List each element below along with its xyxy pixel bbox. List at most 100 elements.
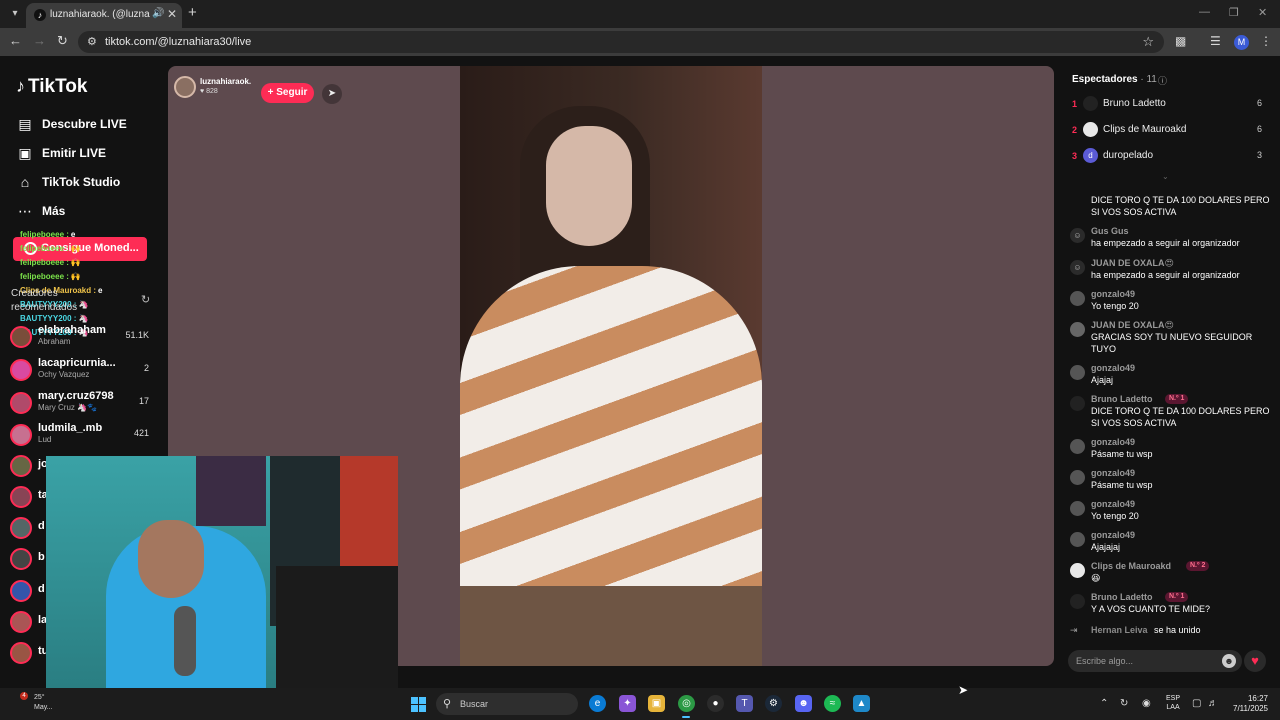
creator-row[interactable]: ludmila_.mb Lud 421: [10, 422, 155, 450]
viewer-row[interactable]: 3 d duropelado 3: [1072, 148, 1262, 168]
follow-button[interactable]: + Seguir: [261, 83, 314, 103]
weather-widget[interactable]: 25°: [34, 694, 45, 701]
extensions-icon[interactable]: ▩: [1175, 34, 1186, 48]
chat-avatar[interactable]: [1070, 563, 1085, 578]
clock[interactable]: 16:27 7/11/2025: [1226, 694, 1268, 714]
creator-avatar[interactable]: [10, 642, 32, 664]
nav-descubre-live[interactable]: ▤ Descubre LIVE: [14, 114, 164, 136]
chevron-down-icon[interactable]: ⌄: [1162, 172, 1169, 181]
new-tab-button[interactable]: +: [188, 4, 197, 21]
windows-start-icon[interactable]: [411, 697, 426, 712]
creator-row[interactable]: elabrahaham Abraham 51.1K: [10, 324, 155, 352]
creator-name[interactable]: d: [38, 520, 45, 532]
join-user[interactable]: Hernan Leiva: [1091, 625, 1148, 635]
language-indicator[interactable]: ESP LAA: [1166, 694, 1180, 712]
creator-avatar[interactable]: [10, 424, 32, 446]
streamer-info[interactable]: luznahiaraok. ♥ 828 + Seguir ➤: [174, 76, 342, 104]
chat-avatar[interactable]: [1070, 396, 1085, 411]
taskbar-search[interactable]: ⚲ Buscar: [436, 693, 578, 715]
streamer-avatar[interactable]: [174, 76, 196, 98]
chat-username[interactable]: gonzalo49: [1091, 289, 1135, 299]
chat-input[interactable]: [1076, 654, 1206, 668]
chat-username[interactable]: JUAN DE OXALA😍: [1091, 258, 1174, 269]
creator-name[interactable]: b: [38, 551, 45, 563]
viewer-row[interactable]: 1 Bruno Ladetto 6: [1072, 96, 1262, 116]
chat-username[interactable]: gonzalo49: [1091, 468, 1135, 478]
speaker-icon[interactable]: 🔊: [152, 8, 164, 19]
chat-username[interactable]: gonzalo49: [1091, 499, 1135, 509]
creator-avatar[interactable]: [10, 455, 32, 477]
tray-overflow-icon[interactable]: ⌃: [1100, 698, 1108, 709]
chat-avatar[interactable]: [1070, 365, 1085, 380]
tab-tiktok-live[interactable]: ♪ luznahiaraok. (@luznahiara... 🔊 ✕: [26, 3, 182, 28]
spotify-icon[interactable]: ≈: [824, 695, 841, 712]
microphone-tray-icon[interactable]: ◉: [1142, 698, 1151, 709]
chat-avatar[interactable]: [1070, 322, 1085, 337]
edge-icon[interactable]: e: [589, 695, 606, 712]
forward-button[interactable]: →: [33, 33, 46, 48]
nav-mas[interactable]: ⋯ Más: [14, 201, 164, 223]
nav-emitir-live[interactable]: ▣ Emitir LIVE: [14, 143, 164, 165]
site-info-icon[interactable]: ⚙: [87, 35, 97, 48]
profile-avatar[interactable]: M: [1234, 35, 1249, 50]
creator-name[interactable]: d: [38, 583, 45, 595]
chat-username[interactable]: Bruno Ladetto: [1091, 592, 1153, 602]
creator-avatar[interactable]: [10, 359, 32, 381]
maximize-button[interactable]: ❐: [1229, 6, 1239, 19]
refresh-icon[interactable]: ↻: [141, 293, 150, 306]
chat-avatar[interactable]: [1070, 501, 1085, 516]
browser-menu-icon[interactable]: ⋮: [1260, 34, 1272, 48]
streamer-name[interactable]: luznahiaraok.: [200, 77, 251, 86]
chat-avatar[interactable]: [1070, 439, 1085, 454]
teams-icon[interactable]: T: [736, 695, 753, 712]
close-window-button[interactable]: ✕: [1258, 6, 1267, 19]
emoji-icon[interactable]: ☻: [1222, 654, 1236, 668]
media-controls-icon[interactable]: ☰: [1210, 34, 1221, 48]
sync-icon[interactable]: ↻: [1120, 698, 1128, 709]
chat-username[interactable]: Gus Gus: [1091, 226, 1129, 236]
address-bar[interactable]: ⚙ tiktok.com/@luznahiara30/live ☆: [78, 31, 1164, 53]
creator-avatar[interactable]: [10, 486, 32, 508]
creator-avatar[interactable]: [10, 548, 32, 570]
creator-row[interactable]: mary.cruz6798 Mary Cruz 🦄🐾 17: [10, 390, 155, 418]
viewer-row[interactable]: 2 Clips de Mauroakd 6: [1072, 122, 1262, 142]
chat-username[interactable]: Clips de Mauroakd: [1091, 561, 1171, 571]
chat-username[interactable]: gonzalo49: [1091, 363, 1135, 373]
bookmark-star-icon[interactable]: ☆: [1142, 34, 1154, 50]
follow-icon[interactable]: ☺: [1070, 260, 1085, 275]
copilot-icon[interactable]: ✦: [619, 695, 636, 712]
chat-username[interactable]: JUAN DE OXALA😍: [1091, 320, 1174, 331]
chat-avatar[interactable]: [1070, 594, 1085, 609]
info-icon[interactable]: ⓘ: [1158, 74, 1167, 87]
creator-avatar[interactable]: [10, 517, 32, 539]
creator-avatar[interactable]: [10, 326, 32, 348]
tab-search-button[interactable]: ▾: [6, 5, 24, 23]
chat-username[interactable]: gonzalo49: [1091, 437, 1135, 447]
chat-input-box[interactable]: ☻: [1068, 650, 1242, 672]
chat-avatar[interactable]: [1070, 291, 1085, 306]
steam-icon[interactable]: ⚙: [765, 695, 782, 712]
display-icon[interactable]: ▢: [1192, 698, 1201, 709]
speaker-tray-icon[interactable]: ♬: [1208, 698, 1218, 709]
tab-close-icon[interactable]: ✕: [167, 7, 177, 21]
photos-icon[interactable]: ▲: [853, 695, 870, 712]
nav-tiktok-studio[interactable]: ⌂ TikTok Studio: [14, 172, 164, 194]
minimize-button[interactable]: —: [1199, 6, 1210, 18]
url-text[interactable]: tiktok.com/@luznahiara30/live: [105, 36, 251, 48]
share-icon[interactable]: ➤: [322, 84, 342, 104]
github-icon[interactable]: ●: [707, 695, 724, 712]
discord-icon[interactable]: ☻: [795, 695, 812, 712]
follow-icon[interactable]: ☺: [1070, 228, 1085, 243]
reload-button[interactable]: ↻: [57, 33, 68, 49]
chat-avatar[interactable]: [1070, 470, 1085, 485]
viewers-header[interactable]: Espectadores · 11: [1072, 74, 1157, 85]
creator-avatar[interactable]: [10, 580, 32, 602]
chat-username[interactable]: gonzalo49: [1091, 530, 1135, 540]
creator-avatar[interactable]: [10, 611, 32, 633]
chrome-icon[interactable]: ◎: [678, 695, 695, 712]
chat-avatar[interactable]: [1070, 532, 1085, 547]
creator-avatar[interactable]: [10, 392, 32, 414]
creator-row[interactable]: lacapricurnia... Ochy Vazquez 2: [10, 357, 155, 385]
tiktok-logo[interactable]: ♪ TikTok: [16, 76, 87, 98]
file-explorer-icon[interactable]: ▣: [648, 695, 665, 712]
